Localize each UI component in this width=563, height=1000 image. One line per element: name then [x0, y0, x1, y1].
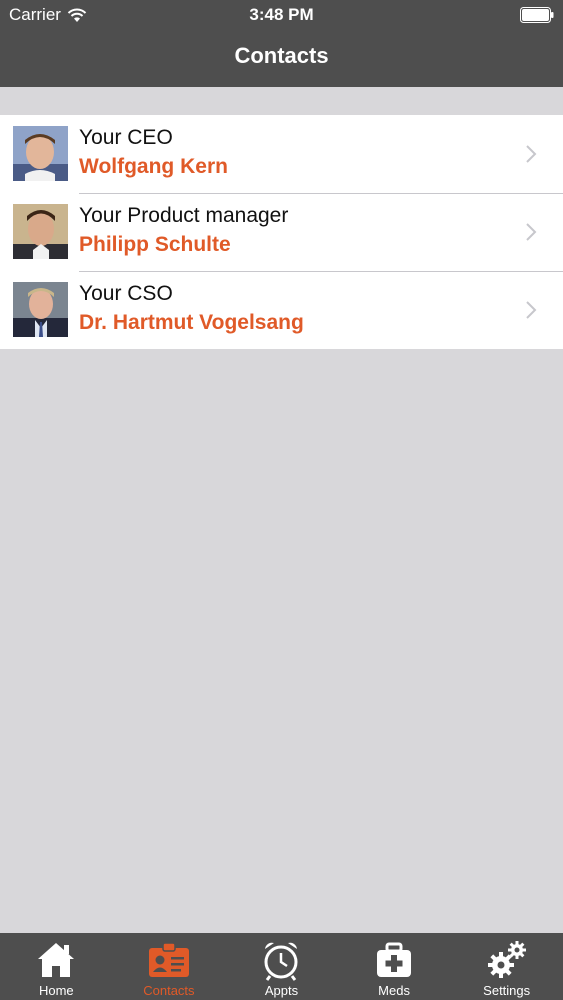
- house-icon: [38, 943, 75, 977]
- contact-list: Your CEO Wolfgang Kern Your Product mana…: [0, 115, 563, 349]
- tab-label: Appts: [264, 983, 299, 998]
- status-bar: Carrier 3:48 PM: [0, 0, 563, 30]
- alarm-clock-icon: [264, 942, 298, 981]
- tab-label: Meds: [378, 983, 410, 998]
- tab-label: Home: [38, 983, 74, 998]
- contact-role: Your Product manager: [79, 204, 289, 227]
- contact-name: Philipp Schulte: [79, 233, 231, 256]
- contact-name: Wolfgang Kern: [79, 155, 228, 178]
- avatar: [13, 204, 68, 259]
- contact-row-ceo[interactable]: Your CEO Wolfgang Kern: [0, 115, 563, 193]
- tab-label: Contacts: [143, 983, 195, 998]
- tab-label: Settings: [483, 983, 531, 998]
- first-aid-kit-icon: [377, 942, 412, 977]
- chevron-right-icon: [526, 301, 537, 319]
- contact-name: Dr. Hartmut Vogelsang: [79, 311, 304, 334]
- chevron-right-icon: [526, 145, 537, 163]
- contact-role: Your CEO: [79, 126, 173, 149]
- tab-appts[interactable]: Appts: [225, 933, 338, 1000]
- tab-home[interactable]: Home: [0, 933, 113, 1000]
- contact-row-product-manager[interactable]: Your Product manager Philipp Schulte: [0, 193, 563, 271]
- gears-icon: [487, 941, 526, 978]
- avatar: [13, 282, 68, 337]
- avatar: [13, 126, 68, 181]
- status-time: 3:48 PM: [249, 5, 314, 24]
- contact-card-icon: [148, 942, 189, 977]
- tab-contacts[interactable]: Contacts: [113, 933, 226, 1000]
- tab-settings[interactable]: Settings: [450, 933, 563, 1000]
- tab-bar: Home Contacts Appts Meds Settings: [0, 933, 563, 1000]
- page-title: Contacts: [234, 43, 329, 68]
- contact-row-cso[interactable]: Your CSO Dr. Hartmut Vogelsang: [0, 271, 563, 349]
- navigation-header: Carrier 3:48 PM Contacts: [0, 0, 563, 87]
- contact-role: Your CSO: [79, 282, 173, 305]
- chevron-right-icon: [526, 223, 537, 241]
- battery-icon: [520, 7, 554, 23]
- tab-meds[interactable]: Meds: [338, 933, 451, 1000]
